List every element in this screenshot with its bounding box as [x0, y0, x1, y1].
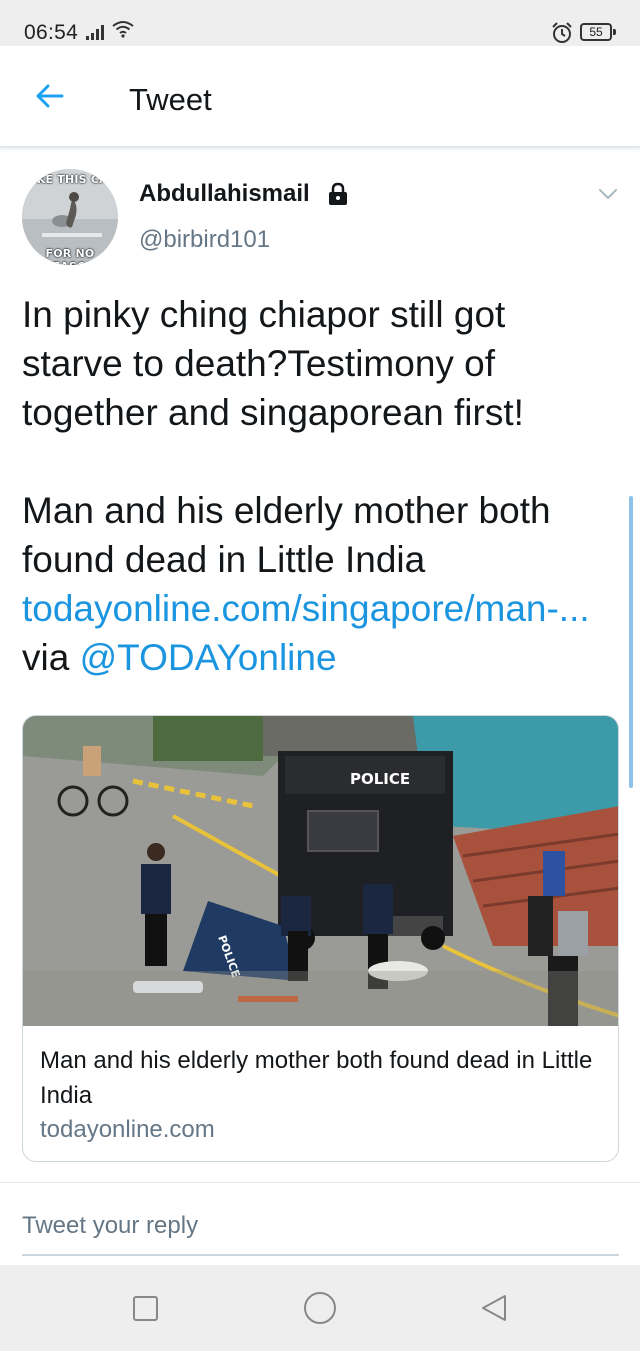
status-bar: 06:54 55: [0, 0, 640, 46]
avatar-caption-bottom: FOR NO REASON: [44, 247, 96, 265]
avatar[interactable]: LIKE THIS CAT FOR NO REASON: [22, 169, 118, 265]
home-icon[interactable]: [304, 1292, 336, 1324]
app-header: Tweet: [0, 46, 640, 148]
reply-input[interactable]: [22, 1206, 619, 1256]
link-card[interactable]: POLICE POLICE Man and his elderly mother…: [22, 715, 619, 1162]
card-image: POLICE POLICE: [23, 716, 618, 1026]
signal-icon: [86, 25, 104, 40]
display-name[interactable]: Abdullahismail: [139, 180, 310, 208]
chevron-down-icon[interactable]: [596, 186, 620, 202]
user-handle[interactable]: @birbird101: [139, 226, 270, 254]
avatar-caption-top: LIKE THIS CAT: [25, 173, 115, 186]
status-time: 06:54: [24, 21, 79, 44]
lock-icon: [329, 182, 347, 205]
scrollbar[interactable]: [629, 496, 633, 788]
back-triangle-icon[interactable]: [479, 1293, 509, 1323]
reply-divider: [0, 1182, 640, 1183]
tweet-text: In pinky ching chiapor still got starve …: [22, 290, 612, 682]
tweet-text-line-1: In pinky ching chiapor still got starve …: [22, 294, 524, 433]
battery-icon: 55: [580, 23, 616, 41]
arrow-left-icon[interactable]: [34, 80, 66, 112]
page-title: Tweet: [129, 82, 212, 117]
alarm-icon: [552, 22, 572, 43]
card-title: Man and his elderly mother both found de…: [40, 1047, 593, 1109]
card-image-police-text: POLICE: [350, 770, 410, 788]
tweet-text-line-2: Man and his elderly mother both found de…: [22, 490, 551, 580]
tweet-link-line: todayonline.com/singapore/man-... via @T…: [22, 584, 612, 682]
card-domain: todayonline.com: [40, 1116, 215, 1143]
article-link[interactable]: todayonline.com/singapore/man-...: [22, 588, 590, 629]
wifi-icon: [112, 21, 134, 38]
mention-link[interactable]: @TODAYonline: [80, 637, 337, 678]
system-nav-bar: [0, 1265, 640, 1351]
via-text: via: [22, 637, 80, 678]
recent-apps-icon[interactable]: [133, 1296, 158, 1321]
